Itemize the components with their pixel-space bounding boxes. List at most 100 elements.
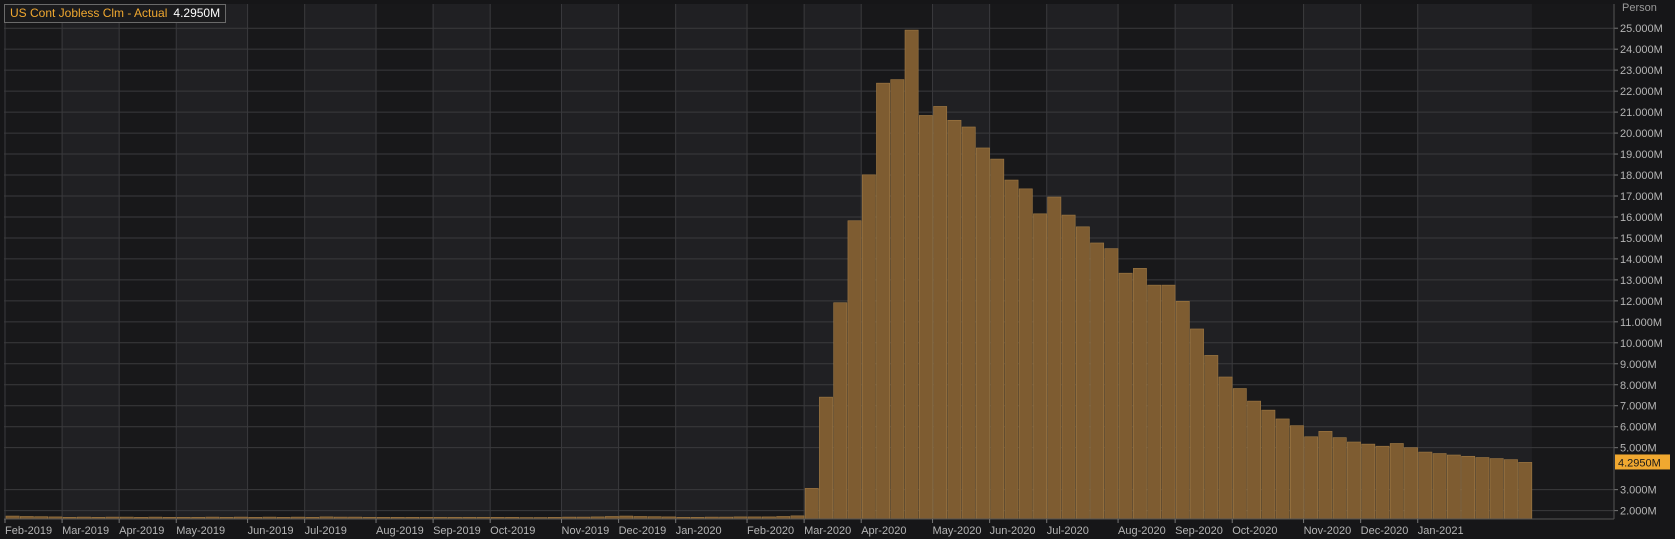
bar[interactable]	[833, 302, 848, 520]
bar[interactable]	[1332, 437, 1347, 520]
bar[interactable]	[1347, 441, 1361, 520]
x-tick-label: Nov-2019	[562, 525, 610, 537]
bar[interactable]	[1489, 458, 1504, 520]
bar[interactable]	[1018, 188, 1033, 520]
bar-chart: 2.000M 3.000M 5.000M 6.000M 7.000M 8.000M 9.00…	[4, 4, 1670, 537]
bar[interactable]	[1033, 213, 1047, 520]
y-tick-label: 5.000M	[1620, 443, 1657, 455]
bar[interactable]	[1375, 445, 1390, 520]
bar[interactable]	[1161, 284, 1176, 520]
x-tick-label: Jul-2020	[1047, 525, 1089, 537]
y-tick-label: 6.000M	[1620, 422, 1657, 434]
bar[interactable]	[890, 79, 905, 520]
bar[interactable]	[1304, 436, 1319, 520]
bar[interactable]	[1275, 418, 1290, 520]
bar[interactable]	[1104, 248, 1119, 520]
plot-background	[4, 4, 1614, 519]
bar[interactable]	[847, 220, 862, 520]
x-tick-label: Feb-2020	[747, 525, 794, 537]
bar[interactable]	[1461, 455, 1476, 520]
bar[interactable]	[1389, 443, 1404, 520]
bar[interactable]	[1190, 328, 1204, 520]
bar[interactable]	[804, 488, 819, 520]
y-tick-label: 19.000M	[1620, 149, 1663, 161]
bar[interactable]	[876, 82, 890, 520]
bar[interactable]	[819, 396, 833, 520]
bar[interactable]	[947, 119, 962, 520]
legend-series-name: US Cont Jobless Clm - Actual	[10, 6, 168, 20]
y-tick-label: 21.000M	[1620, 107, 1663, 119]
x-tick-label: Dec-2019	[619, 525, 667, 537]
y-tick-label: 7.000M	[1620, 401, 1657, 413]
bar[interactable]	[990, 158, 1005, 520]
x-tick-label: Aug-2020	[1118, 525, 1166, 537]
y-tick-label: 8.000M	[1620, 380, 1657, 392]
bar[interactable]	[1118, 272, 1133, 520]
y-tick-label: 13.000M	[1620, 275, 1663, 287]
y-tick-label: 2.000M	[1620, 506, 1657, 518]
month-band	[561, 4, 619, 519]
x-tick-label: Apr-2019	[119, 525, 164, 537]
bar[interactable]	[1218, 376, 1233, 520]
y-tick-label: 16.000M	[1620, 212, 1663, 224]
bar[interactable]	[961, 126, 976, 520]
y-tick-label: 24.000M	[1620, 44, 1663, 56]
bar[interactable]	[1432, 453, 1447, 520]
x-tick-label: Nov-2020	[1304, 525, 1352, 537]
bar[interactable]	[1232, 388, 1247, 520]
x-tick-label: Oct-2019	[490, 525, 535, 537]
y-tick-label: 22.000M	[1620, 86, 1663, 98]
bar[interactable]	[1518, 462, 1533, 520]
bar[interactable]	[918, 115, 933, 520]
bar[interactable]	[1446, 454, 1461, 520]
y-tick-label: 23.000M	[1620, 65, 1663, 77]
bar[interactable]	[976, 147, 990, 520]
y-tick-label: 9.000M	[1620, 359, 1657, 371]
y-tick-label: 25.000M	[1620, 23, 1663, 35]
bar[interactable]	[1418, 451, 1433, 520]
month-band	[62, 4, 120, 519]
y-tick-label: 10.000M	[1620, 338, 1663, 350]
x-tick-label: Oct-2020	[1232, 525, 1277, 537]
x-tick-label: Feb-2019	[5, 525, 52, 537]
bar[interactable]	[1361, 443, 1376, 520]
x-tick-label: Dec-2020	[1361, 525, 1409, 537]
bar[interactable]	[1261, 409, 1276, 520]
y-tick-label: 11.000M	[1620, 317, 1662, 329]
bar[interactable]	[1175, 300, 1190, 520]
bar[interactable]	[1247, 400, 1261, 520]
series-legend[interactable]: US Cont Jobless Clm - Actual 4.2950M	[4, 4, 227, 23]
y-tick-label: 3.000M	[1620, 485, 1657, 497]
y-tick-label: 14.000M	[1620, 254, 1663, 266]
bar[interactable]	[1290, 425, 1304, 520]
month-band	[1417, 4, 1532, 519]
bar[interactable]	[1204, 355, 1219, 520]
y-axis-unit: Person	[1622, 2, 1657, 14]
x-tick-label: May-2020	[933, 525, 982, 537]
bar[interactable]	[1504, 459, 1518, 520]
bar[interactable]	[933, 106, 948, 520]
bar[interactable]	[1475, 457, 1490, 520]
bar[interactable]	[1404, 447, 1418, 520]
y-tick-label: 15.000M	[1620, 233, 1663, 245]
bar[interactable]	[1004, 179, 1019, 520]
x-tick-label: Sep-2019	[433, 525, 481, 537]
x-tick-label: Jan-2020	[676, 525, 722, 537]
x-tick-label: Sep-2020	[1175, 525, 1223, 537]
x-tick-label: May-2019	[176, 525, 225, 537]
bar[interactable]	[1090, 242, 1105, 520]
bar[interactable]	[1147, 284, 1162, 520]
bar[interactable]	[1075, 226, 1090, 520]
legend-series-value: 4.2950M	[173, 6, 221, 20]
x-tick-label: Aug-2019	[376, 525, 424, 537]
bar[interactable]	[1047, 196, 1062, 520]
y-tick-label: 20.000M	[1620, 128, 1663, 140]
month-band	[675, 4, 748, 519]
y-tick-label: 17.000M	[1620, 191, 1663, 203]
bar[interactable]	[904, 29, 919, 520]
bar[interactable]	[1133, 268, 1147, 520]
y-axis: 2.000M 3.000M 5.000M 6.000M 7.000M 8.000M 9.00…	[1613, 4, 1670, 519]
bar[interactable]	[861, 174, 876, 520]
bar[interactable]	[1061, 214, 1076, 520]
bar[interactable]	[1318, 431, 1333, 520]
